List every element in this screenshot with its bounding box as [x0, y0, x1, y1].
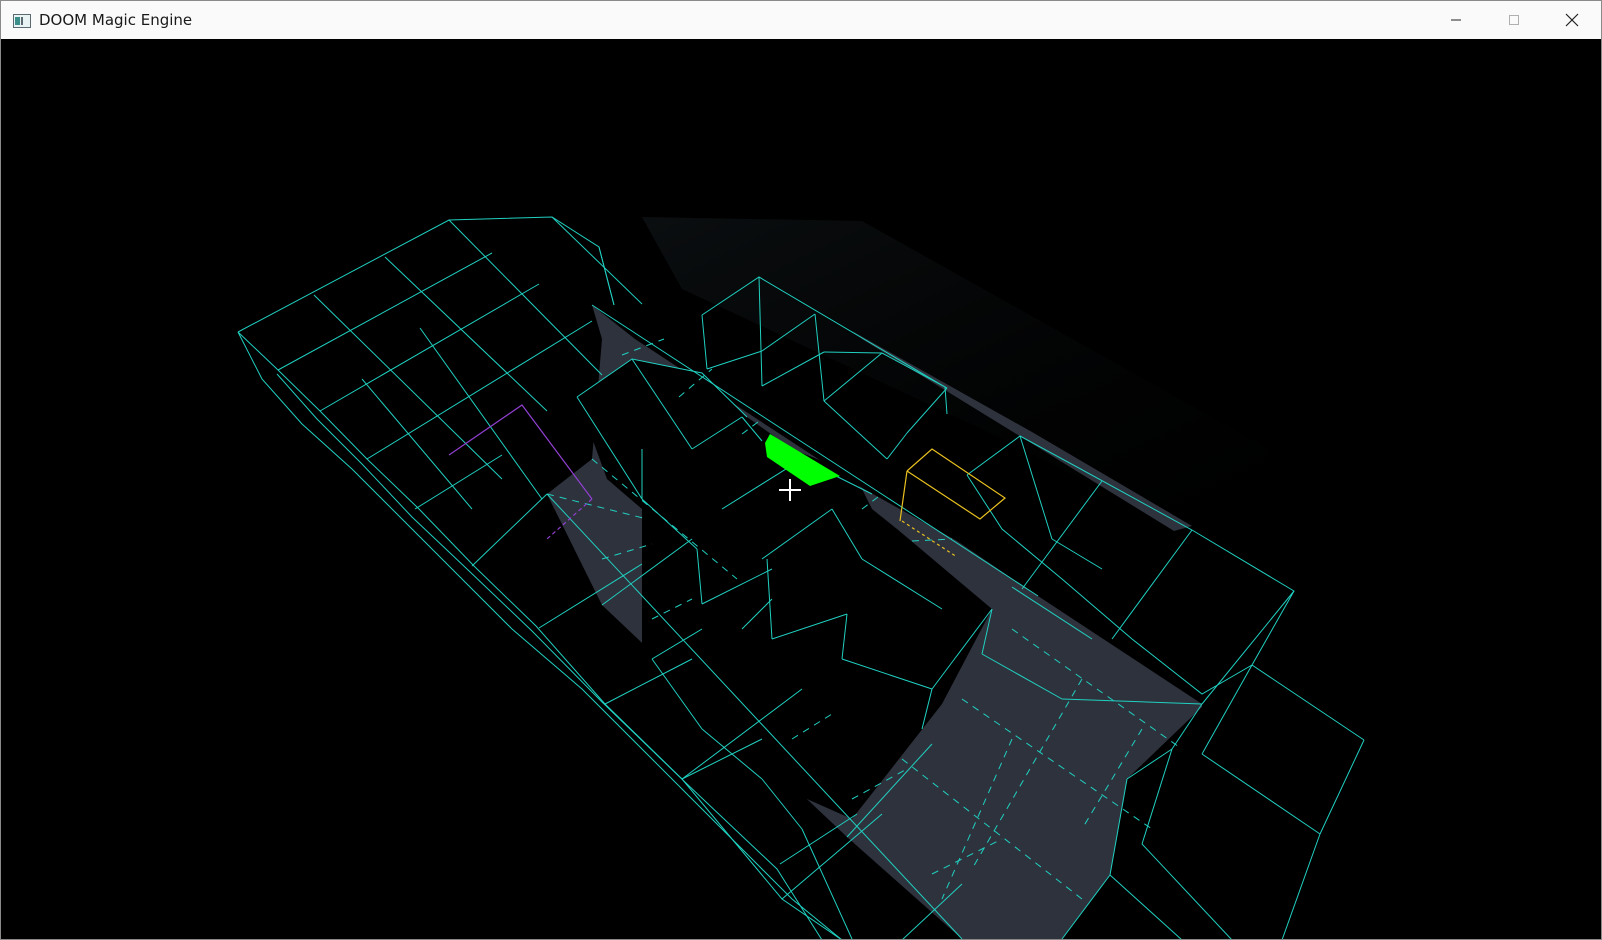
- render-viewport[interactable]: [2, 39, 1601, 939]
- title-bar[interactable]: DOOM Magic Engine: [1, 1, 1601, 39]
- close-icon: [1565, 13, 1579, 27]
- window-title: DOOM Magic Engine: [39, 11, 193, 29]
- close-button[interactable]: [1543, 1, 1601, 39]
- app-window-icon: [13, 13, 31, 28]
- maximize-icon: [1509, 15, 1519, 25]
- app-window: DOOM Magic Engine: [0, 0, 1602, 940]
- window-controls: [1427, 1, 1601, 39]
- minimize-icon: [1451, 19, 1461, 21]
- wireframe-scene: [237, 216, 1365, 939]
- maximize-button[interactable]: [1485, 1, 1543, 39]
- minimize-button[interactable]: [1427, 1, 1485, 39]
